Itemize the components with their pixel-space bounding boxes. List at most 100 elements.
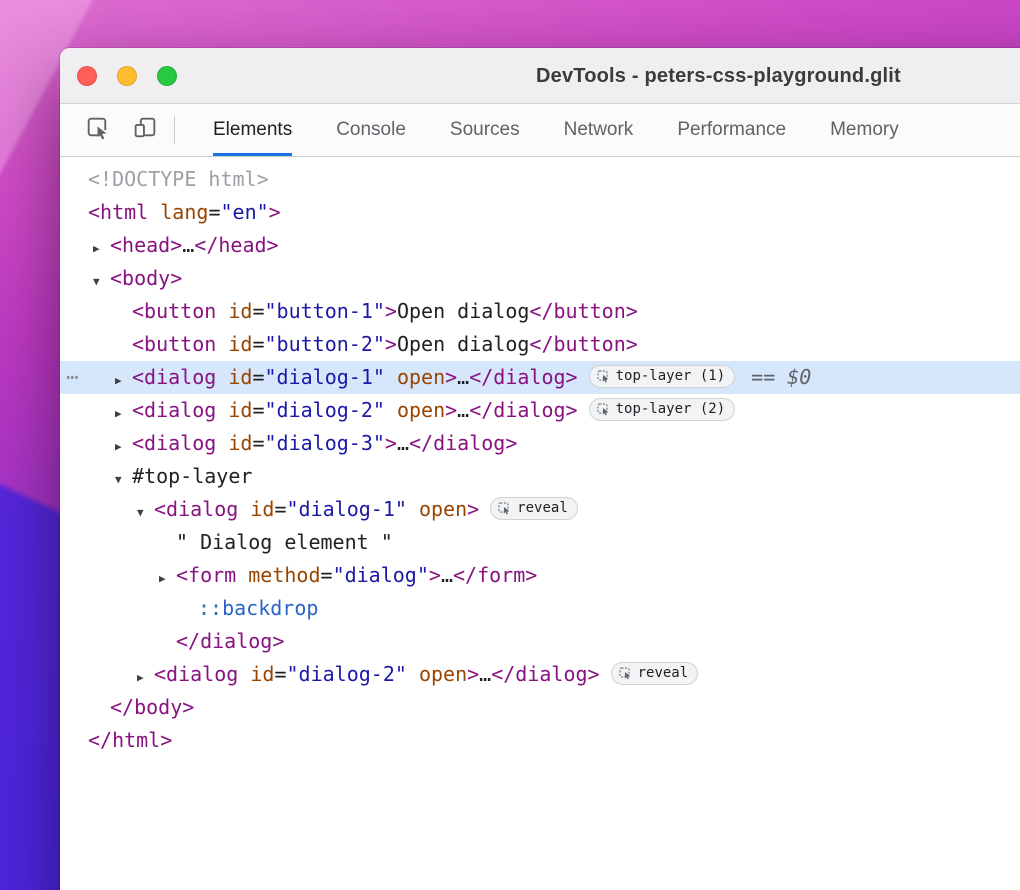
expand-arrow-right-icon[interactable]: ▶ [93, 232, 110, 265]
code-token: > [385, 431, 397, 455]
expand-arrow-right-icon[interactable]: ▶ [115, 397, 132, 430]
code-token: #top-layer [132, 464, 252, 488]
code-token: </dialog> [409, 431, 517, 455]
code-token: = [321, 563, 333, 587]
code-token: "dialog-2" [286, 662, 406, 686]
tab-console[interactable]: Console [314, 104, 428, 156]
code-token: </dialog> [469, 398, 577, 422]
code-token: … [479, 662, 491, 686]
code-token: = [252, 431, 264, 455]
tree-row[interactable]: ▶<form method="dialog">…</form> [60, 559, 1020, 592]
code-token [216, 431, 228, 455]
expand-arrow-down-icon[interactable]: ▼ [115, 463, 132, 496]
expand-arrow-down-icon[interactable]: ▼ [93, 265, 110, 298]
code-token: … [441, 563, 453, 587]
tree-row[interactable]: </html> [60, 724, 1020, 757]
tree-row[interactable]: ▶<dialog id="dialog-2" open>…</dialog>re… [60, 658, 1020, 691]
code-token: open [397, 398, 445, 422]
code-token: "dialog-3" [264, 431, 384, 455]
fullscreen-button[interactable] [157, 66, 177, 86]
code-token: "button-2" [264, 332, 384, 356]
reveal-badge[interactable]: reveal [490, 497, 578, 520]
minimize-button[interactable] [117, 66, 137, 86]
code-token: lang [160, 200, 208, 224]
tree-row[interactable]: ▶<dialog id="dialog-3">…</dialog> [60, 427, 1020, 460]
reveal-badge[interactable]: reveal [611, 662, 699, 685]
code-token: id [228, 365, 252, 389]
code-token: id [250, 662, 274, 686]
code-token: </body> [110, 695, 194, 719]
badge-label: reveal [638, 657, 689, 690]
tree-row[interactable]: <button id="button-1">Open dialog</butto… [60, 295, 1020, 328]
tree-row[interactable]: ▼#top-layer [60, 460, 1020, 493]
code-token: </button> [529, 299, 637, 323]
tab-sources[interactable]: Sources [428, 104, 542, 156]
tree-row[interactable]: ▼<dialog id="dialog-1" open>reveal [60, 493, 1020, 526]
tree-row[interactable]: <button id="button-2">Open dialog</butto… [60, 328, 1020, 361]
tree-row[interactable]: </body> [60, 691, 1020, 724]
code-token: = [274, 497, 286, 521]
code-token: … [457, 365, 469, 389]
code-token: <form [176, 563, 236, 587]
inspect-icon [84, 114, 111, 146]
code-token: id [250, 497, 274, 521]
tab-elements[interactable]: Elements [191, 104, 314, 156]
code-token [407, 662, 419, 686]
expand-arrow-right-icon[interactable]: ▶ [115, 364, 132, 397]
expand-arrow-right-icon[interactable]: ▶ [159, 562, 176, 595]
inspect-button[interactable] [82, 115, 112, 145]
top-layer-badge-icon [597, 370, 610, 383]
code-token [216, 332, 228, 356]
tree-row[interactable]: " Dialog element " [60, 526, 1020, 559]
code-token: id [228, 431, 252, 455]
top-layer-badge[interactable]: top-layer (1) [589, 365, 736, 388]
code-token: "dialog-1" [286, 497, 406, 521]
code-token: <dialog [154, 497, 238, 521]
code-token: <!DOCTYPE html> [88, 167, 269, 191]
tree-row[interactable]: ▶<head>…</head> [60, 229, 1020, 262]
expand-arrow-right-icon[interactable]: ▶ [137, 661, 154, 694]
code-token: "dialog-1" [264, 365, 384, 389]
code-token [385, 365, 397, 389]
code-token: </head> [194, 233, 278, 257]
code-token [216, 365, 228, 389]
devtools-toolbar: ElementsConsoleSources Network Performance… [60, 104, 1020, 157]
expand-arrow-down-icon[interactable]: ▼ [137, 496, 154, 529]
tree-row[interactable]: <!DOCTYPE html> [60, 163, 1020, 196]
code-token: <dialog [132, 431, 216, 455]
expand-arrow-right-icon[interactable]: ▶ [115, 430, 132, 463]
tree-row[interactable]: ::backdrop [60, 592, 1020, 625]
code-token: </form> [453, 563, 537, 587]
tree-row[interactable]: ▶<dialog id="dialog-2" open>…</dialog>to… [60, 394, 1020, 427]
code-token: <dialog [132, 398, 216, 422]
device-toolbar-icon [132, 114, 159, 146]
code-token: = [252, 299, 264, 323]
tab-performance[interactable]: Performance [655, 104, 808, 156]
device-toolbar-button[interactable] [130, 115, 160, 145]
top-layer-badge[interactable]: top-layer (2) [589, 398, 736, 421]
desktop-wallpaper: { "colors": { "accent": "#1a73e8", "sele… [0, 0, 1020, 890]
traffic-lights [77, 66, 177, 86]
tree-row[interactable]: </dialog> [60, 625, 1020, 658]
tree-row[interactable]: ⋯▶<dialog id="dialog-1" open>…</dialog>t… [60, 361, 1020, 394]
code-token [148, 200, 160, 224]
code-token: <dialog [154, 662, 238, 686]
tree-row[interactable]: ▼<body> [60, 262, 1020, 295]
reveal-badge-icon [619, 667, 632, 680]
code-token: Open dialog [397, 299, 529, 323]
code-token: </dialog> [491, 662, 599, 686]
code-token: > [445, 365, 457, 389]
code-token: open [419, 497, 467, 521]
more-actions-icon[interactable]: ⋯ [66, 361, 80, 394]
tab-network[interactable]: Network [542, 104, 656, 156]
tab-label: Performance [677, 119, 786, 141]
tab-memory[interactable]: Memory [808, 104, 921, 156]
tree-row[interactable]: <html lang="en"> [60, 196, 1020, 229]
code-token: > [269, 200, 281, 224]
window-titlebar[interactable]: DevTools - peters-css-playground.glit [60, 48, 1020, 104]
code-token: id [228, 398, 252, 422]
tab-label: Network [564, 119, 634, 141]
close-button[interactable] [77, 66, 97, 86]
code-token: "dialog" [333, 563, 429, 587]
top-layer-badge-icon [597, 403, 610, 416]
